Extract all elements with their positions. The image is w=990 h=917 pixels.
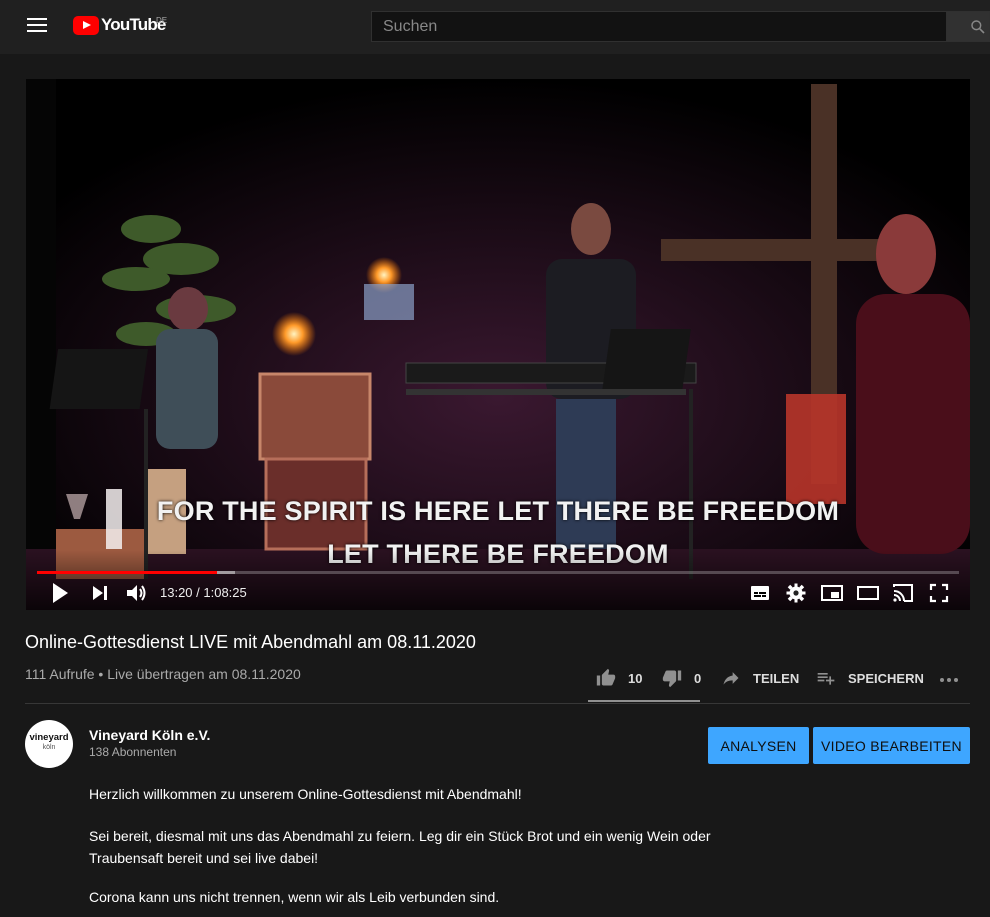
- settings-gear-icon[interactable]: [786, 583, 806, 603]
- thumbs-up-icon: [596, 668, 616, 686]
- share-icon: [723, 672, 739, 685]
- country-code: DE: [156, 16, 168, 25]
- thumbs-down-icon: [662, 670, 682, 688]
- description-line-3: Traubensaft bereit und sei live dabei!: [89, 850, 319, 866]
- avatar-text-2: köln: [42, 744, 56, 751]
- more-horizontal-icon: [940, 678, 958, 682]
- progress-bar[interactable]: [37, 571, 959, 574]
- channel-name[interactable]: Vineyard Köln e.V.: [89, 727, 210, 743]
- video-frame: [26, 79, 970, 610]
- description-line-2: Sei bereit, diesmal mit uns das Abendmah…: [89, 828, 711, 844]
- like-count: 10: [628, 670, 643, 686]
- progress-played: [37, 571, 217, 574]
- share-label: TEILEN: [753, 670, 800, 686]
- description-line-4: Corona kann uns nicht trennen, wenn wir …: [89, 889, 500, 905]
- search-input[interactable]: [371, 11, 947, 42]
- next-video-icon[interactable]: [92, 585, 108, 601]
- video-title: Online-Gottesdienst LIVE mit Abendmahl a…: [25, 632, 476, 652]
- caption-line-1: FOR THE SPIRIT IS HERE LET THERE BE FREE…: [156, 496, 840, 526]
- dislike-count: 0: [694, 670, 702, 686]
- channel-avatar[interactable]: vineyard köln: [25, 720, 73, 768]
- analytics-button[interactable]: ANALYSEN: [708, 727, 809, 764]
- search-button[interactable]: [946, 11, 990, 42]
- subtitles-icon[interactable]: [750, 584, 770, 602]
- video-meta: 111 Aufrufe • Live übertragen am 08.11.2…: [25, 666, 301, 682]
- like-ratio-bar: [588, 700, 700, 702]
- share-button[interactable]: TEILEN: [721, 660, 799, 696]
- cast-icon[interactable]: [892, 583, 914, 603]
- volume-icon[interactable]: [126, 582, 148, 604]
- save-label: SPEICHERN: [848, 670, 924, 686]
- edit-video-button[interactable]: VIDEO BEARBEITEN: [813, 727, 970, 764]
- dislike-button[interactable]: 0: [662, 660, 701, 696]
- avatar-text-1: vineyard: [29, 732, 69, 743]
- time-display: 13:20 / 1:08:25: [160, 585, 247, 600]
- play-icon[interactable]: [51, 582, 69, 604]
- save-button[interactable]: SPEICHERN: [816, 660, 924, 696]
- description-line-1: Herzlich willkommen zu unserem Online-Go…: [89, 786, 522, 802]
- add-to-playlist-icon: [817, 673, 835, 685]
- hamburger-menu-icon[interactable]: [27, 18, 47, 34]
- search-icon: [971, 20, 985, 34]
- miniplayer-icon[interactable]: [821, 584, 843, 602]
- fullscreen-icon[interactable]: [929, 583, 949, 603]
- top-bar: YouTube DE: [0, 0, 990, 54]
- like-button[interactable]: 10: [596, 660, 642, 696]
- youtube-logo[interactable]: YouTube DE: [73, 15, 168, 35]
- divider: [25, 703, 970, 704]
- action-bar: 10 0 TEILEN SPEICHERN: [588, 660, 970, 702]
- more-actions-button[interactable]: [938, 660, 960, 696]
- subscriber-count: 138 Abonnenten: [89, 745, 177, 759]
- youtube-play-icon: [73, 15, 99, 35]
- theater-mode-icon[interactable]: [857, 586, 879, 600]
- video-player[interactable]: FOR THE SPIRIT IS HERE LET THERE BE FREE…: [26, 79, 970, 610]
